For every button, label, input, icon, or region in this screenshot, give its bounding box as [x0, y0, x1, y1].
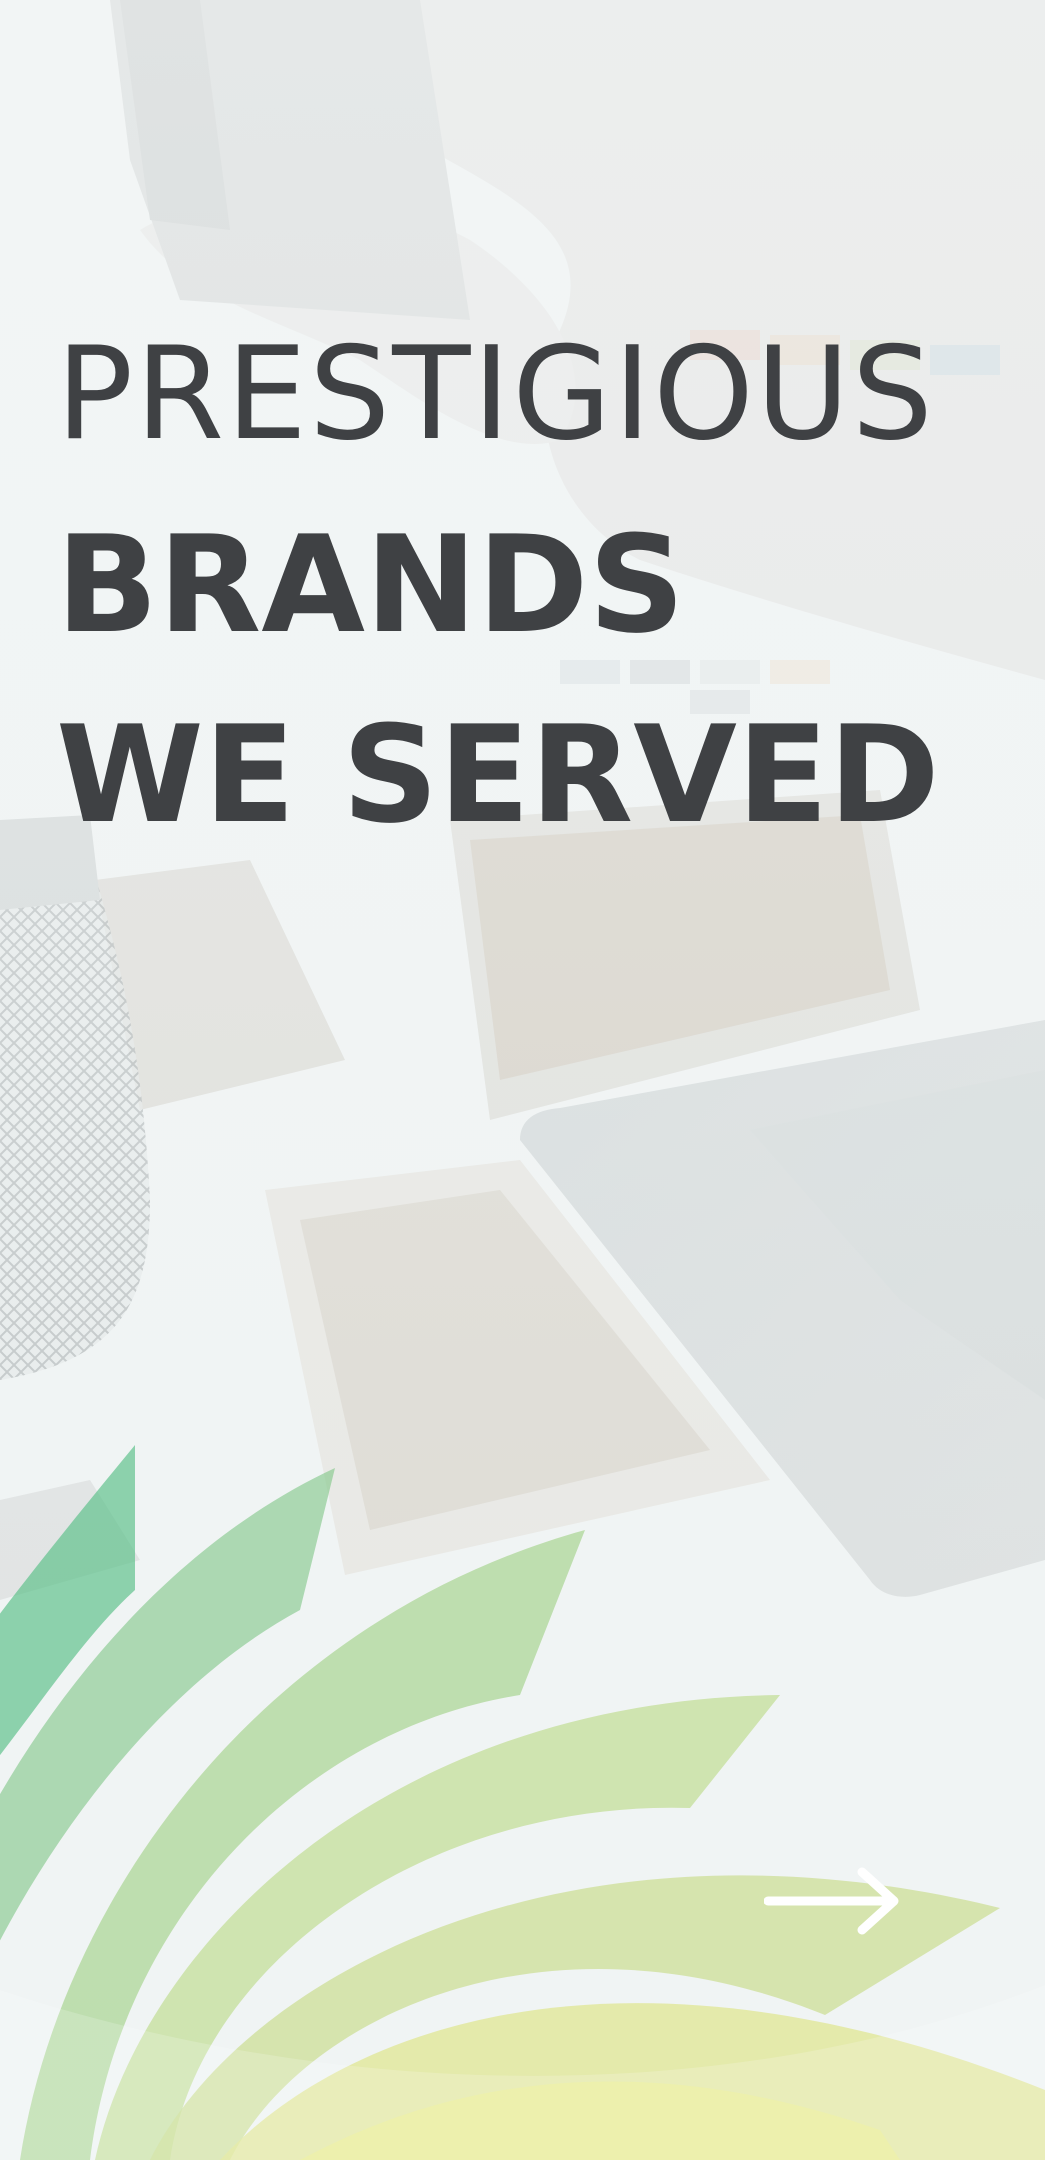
headline-line-brands: BRANDS — [56, 507, 685, 663]
headline-line-prestigious: PRESTIGIOUS — [56, 320, 935, 469]
next-slide-button[interactable] — [763, 1866, 904, 1936]
headline-line-we-served: WE SERVED — [56, 697, 940, 853]
slide: PRESTIGIOUS BRANDS WE SERVED — [0, 0, 1045, 2160]
headline: PRESTIGIOUS BRANDS WE SERVED — [56, 320, 940, 870]
arrow-right-icon — [763, 1867, 899, 1935]
